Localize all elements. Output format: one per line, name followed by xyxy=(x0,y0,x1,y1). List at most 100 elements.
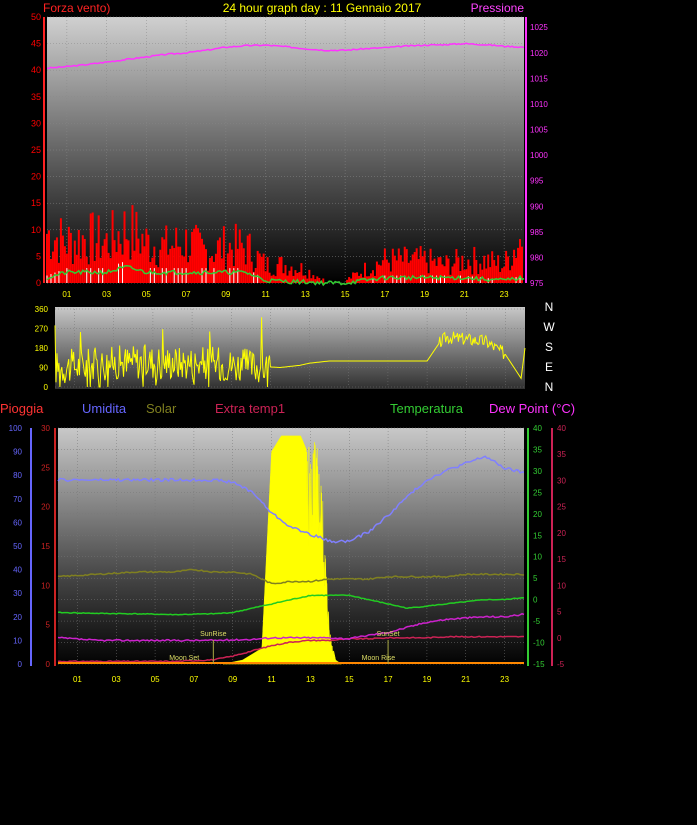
wind-x-tick-label: 07 xyxy=(182,290,191,299)
wind-x-tick-label: 15 xyxy=(341,290,350,299)
wind-x-tick-label: 13 xyxy=(301,290,310,299)
wind-speed-tick-labels: 0 5 10 15 20 25 30 35 40 45 50 xyxy=(31,12,41,288)
wind-x-tick-label: 19 xyxy=(420,290,429,299)
temperature-tick-label: 40 xyxy=(533,424,542,433)
dew-point-tick-label: 40 xyxy=(557,424,566,433)
rain-tick-label: 30 xyxy=(41,424,50,433)
rain-tick-label: 0 xyxy=(46,660,51,669)
temperature-tick-label: 0 xyxy=(533,596,538,605)
direction-tick-label: 270 xyxy=(35,325,49,334)
wind-pressure-panel: 05101520253035404550 9759809859909951000… xyxy=(31,12,548,299)
temperature-x-tick-label: 23 xyxy=(500,675,509,684)
temperature-tick-label: -15 xyxy=(533,660,545,669)
compass-label: N xyxy=(545,300,554,314)
temperature-tick-labels: -15 -10 -5 0 5 10 15 20 25 30 35 40 xyxy=(533,424,545,669)
wind-speed-tick-label: 45 xyxy=(31,39,41,49)
humidity-tick-label: 80 xyxy=(13,471,22,480)
wind-x-tick-labels: 01 03 05 07 09 11 13 15 17 19 21 23 xyxy=(62,290,509,299)
rain-tick-label: 25 xyxy=(41,463,50,472)
temperature-x-tick-label: 15 xyxy=(345,675,354,684)
pressure-tick-label: 985 xyxy=(530,228,544,237)
temperature-x-tick-labels: 01 03 05 07 09 11 13 15 17 19 21 23 xyxy=(73,675,510,684)
dew-point-tick-label: 0 xyxy=(557,634,562,643)
humidity-tick-label: 0 xyxy=(18,660,23,669)
humidity-tick-label: 70 xyxy=(13,495,22,504)
humidity-tick-labels: 0 10 20 30 40 50 60 70 80 90 100 xyxy=(9,424,23,669)
humidity-tick-label: 100 xyxy=(9,424,23,433)
dew-point-tick-label: 10 xyxy=(557,581,566,590)
wind-speed-axis-title: Forza vento) xyxy=(43,1,110,15)
direction-tick-label: 90 xyxy=(39,364,48,373)
annotation-label: Moon Rise xyxy=(362,655,396,662)
humidity-tick-label: 20 xyxy=(13,613,22,622)
pressure-tick-labels: 975 980 985 990 995 1000 1005 1010 1015 1020 1025 xyxy=(530,23,548,288)
pressure-axis-title: Pressione xyxy=(471,1,525,15)
temperature-tick-label: 30 xyxy=(533,467,542,476)
dew-point-tick-label: 35 xyxy=(557,450,566,459)
temperature-tick-label: -5 xyxy=(533,617,541,626)
direction-tick-label: 360 xyxy=(35,305,49,314)
chart-title: 24 hour graph day : 11 Gennaio 2017 xyxy=(223,1,422,15)
wind-speed-tick-label: 35 xyxy=(31,92,41,102)
wind-speed-tick-label: 25 xyxy=(31,145,41,155)
temperature-tick-label: 15 xyxy=(533,531,542,540)
rain-tick-label: 5 xyxy=(46,621,51,630)
dew-point-tick-label: 15 xyxy=(557,555,566,564)
pressure-tick-label: 1005 xyxy=(530,126,548,135)
annotation-label: SunRise xyxy=(200,631,227,638)
pressure-tick-label: 1020 xyxy=(530,49,548,58)
temperature-tick-label: 35 xyxy=(533,445,542,454)
wind-speed-tick-label: 30 xyxy=(31,118,41,128)
humidity-tick-label: 40 xyxy=(13,566,22,575)
temperature-x-tick-label: 01 xyxy=(73,675,82,684)
temperature-tick-label: 5 xyxy=(533,574,538,583)
pressure-tick-label: 995 xyxy=(530,177,544,186)
pressure-tick-label: 1025 xyxy=(530,23,548,32)
humidity-tick-label: 60 xyxy=(13,518,22,527)
legend-pioggia: Pioggia xyxy=(0,401,44,416)
temperature-x-tick-label: 05 xyxy=(151,675,160,684)
humidity-tick-label: 30 xyxy=(13,589,22,598)
wind-x-tick-label: 05 xyxy=(142,290,151,299)
direction-tick-label: 0 xyxy=(44,383,49,392)
legend-extra-temp: Extra temp1 xyxy=(215,401,285,416)
wind-x-tick-label: 17 xyxy=(380,290,389,299)
compass-labels: NWSEN xyxy=(543,300,555,394)
wind-x-tick-label: 23 xyxy=(500,290,509,299)
wind-speed-tick-label: 0 xyxy=(36,278,41,288)
temperature-humidity-panel: 0102030405060708090100 051015202530 -15-… xyxy=(9,424,567,684)
pressure-tick-label: 990 xyxy=(530,202,544,211)
rain-tick-label: 15 xyxy=(41,542,50,551)
temperature-tick-label: 25 xyxy=(533,488,542,497)
legend-solar: Solar xyxy=(146,401,177,416)
temperature-x-tick-label: 21 xyxy=(461,675,470,684)
rain-tick-label: 10 xyxy=(41,581,50,590)
annotation-label: Moon Set xyxy=(169,655,199,662)
temperature-x-tick-label: 19 xyxy=(422,675,431,684)
wind-speed-tick-label: 10 xyxy=(31,225,41,235)
wind-speed-tick-label: 50 xyxy=(31,12,41,22)
legend-temperatura: Temperatura xyxy=(390,401,464,416)
humidity-tick-label: 10 xyxy=(13,636,22,645)
direction-tick-label: 180 xyxy=(35,344,49,353)
wind-speed-tick-label: 15 xyxy=(31,198,41,208)
temperature-x-tick-label: 11 xyxy=(267,675,276,684)
wind-direction-tick-labels: 0 90 180 270 360 xyxy=(35,305,49,392)
temperature-tick-label: 20 xyxy=(533,510,542,519)
wind-x-tick-label: 11 xyxy=(261,290,270,299)
wind-x-tick-label: 21 xyxy=(460,290,469,299)
temperature-tick-label: 10 xyxy=(533,553,542,562)
wind-x-tick-label: 01 xyxy=(62,290,71,299)
compass-label: E xyxy=(545,360,553,374)
pressure-tick-label: 1015 xyxy=(530,74,548,83)
compass-label: N xyxy=(545,380,554,394)
wind-x-tick-label: 09 xyxy=(221,290,230,299)
legend-dew-point: Dew Point (°C) xyxy=(489,401,575,416)
pressure-tick-label: 975 xyxy=(530,279,544,288)
wind-speed-tick-label: 20 xyxy=(31,172,41,182)
pressure-tick-label: 980 xyxy=(530,253,544,262)
pressure-tick-label: 1010 xyxy=(530,100,548,109)
legend-umidita: Umidita xyxy=(82,401,127,416)
annotation-label: SunSet xyxy=(377,631,400,638)
dew-point-tick-labels: -5 0 5 10 15 20 25 30 35 40 xyxy=(557,424,566,669)
